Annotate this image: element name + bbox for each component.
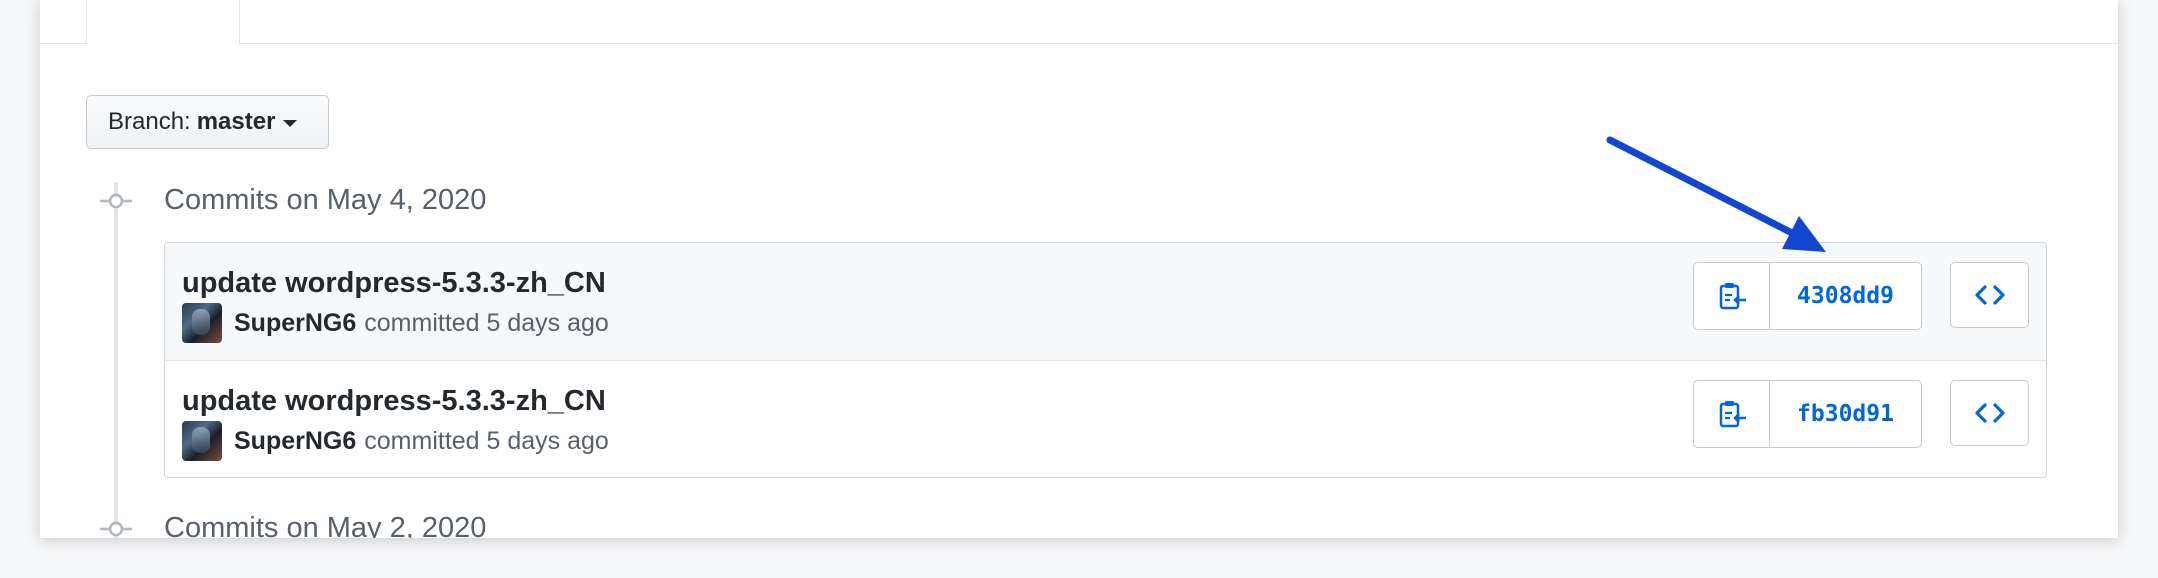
browse-repo-button[interactable] bbox=[1950, 262, 2029, 328]
avatar[interactable] bbox=[182, 303, 222, 343]
clippy-icon bbox=[1719, 283, 1746, 310]
commit-time: committed 5 days ago bbox=[364, 427, 609, 455]
commit-group-title: Commits on May 2, 2020 bbox=[164, 512, 487, 538]
copy-sha-button[interactable] bbox=[1694, 381, 1770, 447]
branch-select-button[interactable]: Branch: master bbox=[86, 95, 329, 149]
clippy-icon bbox=[1719, 401, 1746, 428]
commit-node-icon bbox=[100, 521, 132, 537]
commit-row: update wordpress-5.3.3-zh_CN SuperNG6 com… bbox=[165, 361, 2046, 477]
tab-stub bbox=[86, 0, 240, 44]
copy-sha-button[interactable] bbox=[1694, 263, 1770, 329]
commit-message[interactable]: update wordpress-5.3.3-zh_CN bbox=[182, 385, 606, 418]
commit-row: update wordpress-5.3.3-zh_CN SuperNG6 com… bbox=[165, 243, 2046, 361]
commit-time: committed 5 days ago bbox=[364, 309, 609, 337]
browse-repo-button[interactable] bbox=[1950, 380, 2029, 446]
sha-button-group: fb30d91 bbox=[1693, 380, 1922, 448]
code-brackets-icon bbox=[1974, 285, 2005, 305]
caret-down-icon bbox=[283, 120, 298, 127]
branch-name: master bbox=[196, 108, 276, 135]
commit-node-icon bbox=[100, 193, 132, 209]
timeline-line bbox=[114, 182, 118, 538]
commit-message[interactable]: update wordpress-5.3.3-zh_CN bbox=[182, 267, 606, 300]
tab-border bbox=[40, 43, 2118, 44]
commit-author[interactable]: SuperNG6 bbox=[234, 309, 356, 337]
avatar[interactable] bbox=[182, 421, 222, 461]
commit-list: update wordpress-5.3.3-zh_CN SuperNG6 com… bbox=[164, 242, 2047, 478]
code-brackets-icon bbox=[1974, 403, 2005, 423]
commit-sha-link[interactable]: fb30d91 bbox=[1770, 381, 1921, 447]
commit-sha-link[interactable]: 4308dd9 bbox=[1770, 263, 1921, 329]
commits-panel: Branch: master Commits on May 4, 2020 up… bbox=[40, 0, 2118, 538]
commit-meta: SuperNG6 committed 5 days ago bbox=[234, 427, 609, 456]
branch-prefix: Branch: bbox=[108, 108, 191, 135]
commit-group-title: Commits on May 4, 2020 bbox=[164, 184, 487, 216]
commit-author[interactable]: SuperNG6 bbox=[234, 427, 356, 455]
commit-meta: SuperNG6 committed 5 days ago bbox=[234, 309, 609, 338]
sha-button-group: 4308dd9 bbox=[1693, 262, 1922, 330]
